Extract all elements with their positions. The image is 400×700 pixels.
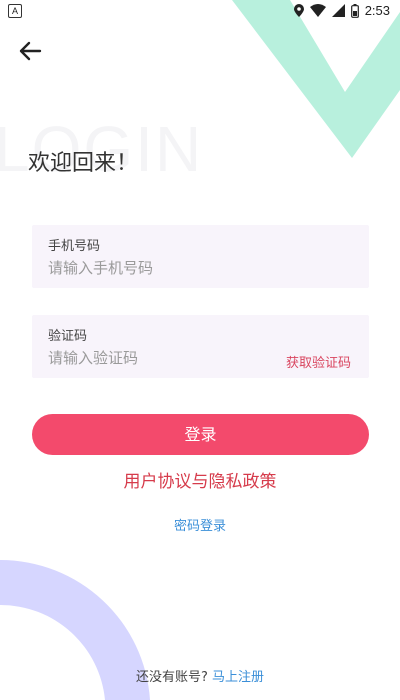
cellular-icon <box>331 4 345 17</box>
no-account-text: 还没有账号? <box>135 670 208 685</box>
register-link[interactable]: 马上注册 <box>212 670 264 685</box>
wifi-icon <box>309 4 326 17</box>
battery-icon <box>350 3 359 18</box>
phone-input[interactable] <box>48 259 268 277</box>
status-time: 2:53 <box>364 3 390 18</box>
verification-code-label: 验证码 <box>48 329 88 344</box>
register-prompt: 还没有账号? 马上注册 <box>0 666 400 685</box>
app-notification-icon: A <box>8 4 22 18</box>
phone-field-label: 手机号码 <box>48 239 101 254</box>
welcome-title: 欢迎回来！ <box>28 151 139 176</box>
get-code-button[interactable]: 获取验证码 <box>286 352 351 371</box>
location-icon <box>293 4 304 17</box>
verification-code-input[interactable] <box>48 349 268 367</box>
agreement-link[interactable]: 用户协议与隐私政策 <box>0 467 400 492</box>
password-login-link[interactable]: 密码登录 <box>0 515 400 534</box>
phone-field[interactable]: 手机号码 <box>32 225 369 288</box>
back-button[interactable] <box>18 40 46 64</box>
login-button[interactable]: 登录 <box>32 414 369 455</box>
status-bar: A 2:53 <box>0 0 400 24</box>
arrow-left-icon <box>19 41 42 61</box>
verification-code-field[interactable]: 验证码 获取验证码 <box>32 315 369 378</box>
status-icons: 2:53 <box>293 3 390 18</box>
